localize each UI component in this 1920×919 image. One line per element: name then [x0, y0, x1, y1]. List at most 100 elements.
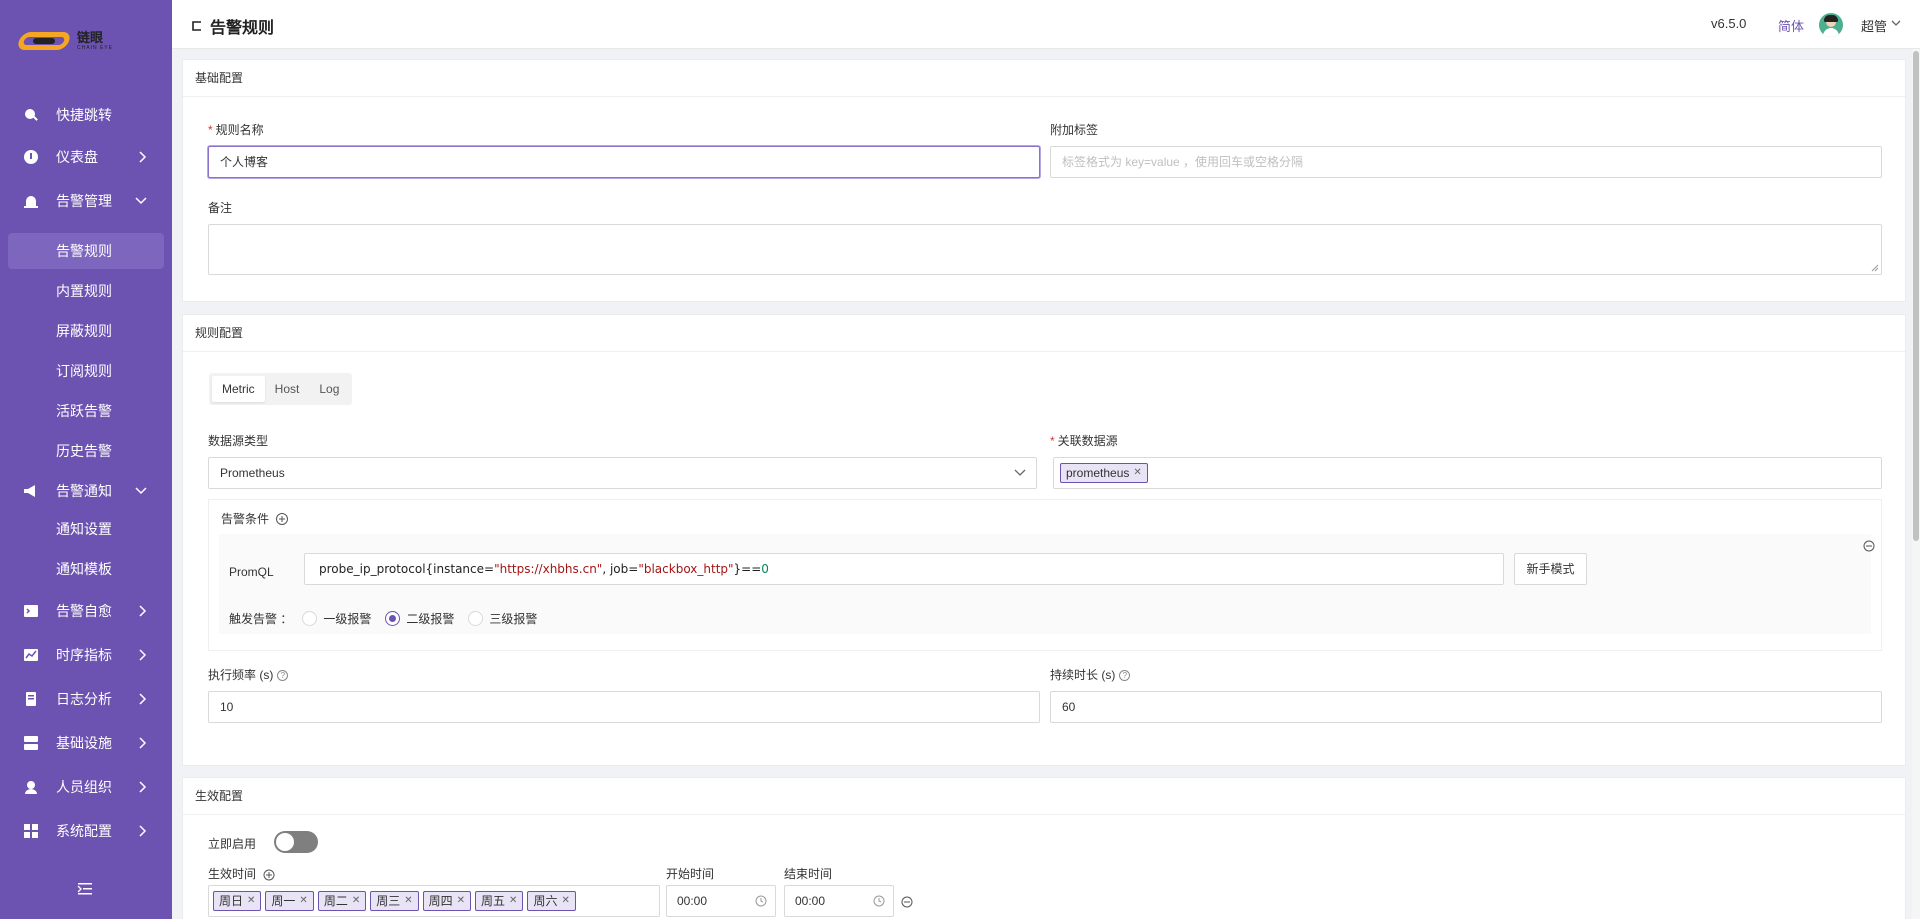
novice-mode-button[interactable]: 新手模式	[1514, 553, 1587, 585]
sidebar-item-infrastructure[interactable]: 基础设施	[0, 723, 172, 763]
sidebar-item-alarm-rules[interactable]: 告警规则	[8, 233, 164, 269]
sidebar-item-label: 人员组织	[56, 779, 112, 795]
close-icon[interactable]: ✕	[561, 892, 569, 910]
scrollbar[interactable]	[1912, 49, 1920, 919]
close-icon[interactable]: ✕	[352, 892, 360, 910]
settings-icon	[23, 823, 39, 839]
chevron-down-icon[interactable]	[1891, 18, 1901, 28]
section-title: 生效配置	[183, 778, 1905, 815]
chevron-right-icon	[139, 605, 147, 617]
sidebar-item-subscribe-rules[interactable]: 订阅规则	[0, 353, 172, 389]
sidebar-item-dashboard[interactable]: 仪表盘	[0, 137, 172, 177]
tab-host[interactable]: Host	[265, 376, 310, 402]
effective-config-card: 生效配置 立即启用 生效时间 周日 ✕ 周一 ✕ 周二 ✕ 周三 ✕ 周四 ✕ 周五 ✕ 周…	[182, 777, 1906, 919]
trigger-level-group: 触发告警 ： 一级报警 二级报警 三级报警	[229, 610, 551, 627]
sidebar-item-builtin-rules[interactable]: 内置规则	[0, 273, 172, 309]
sidebar-item-label: 告警管理	[56, 193, 112, 209]
weekday-select[interactable]: 周日 ✕ 周一 ✕ 周二 ✕ 周三 ✕ 周四 ✕ 周五 ✕ 周六 ✕	[208, 885, 660, 917]
logo-icon	[15, 30, 73, 52]
day-tag: 周五 ✕	[475, 891, 524, 911]
sidebar-item-label: 仪表盘	[56, 149, 98, 165]
level-1-radio[interactable]: 一级报警	[302, 610, 371, 627]
level-2-radio[interactable]: 二级报警	[385, 610, 454, 627]
clock-icon	[873, 895, 885, 907]
note-textarea[interactable]	[208, 224, 1882, 275]
close-icon[interactable]: ✕	[247, 892, 255, 910]
sidebar-item-notify-templates[interactable]: 通知模板	[0, 551, 172, 587]
terminal-icon	[23, 603, 39, 619]
end-time-label: 结束时间	[784, 867, 833, 881]
close-icon[interactable]: ✕	[1133, 464, 1141, 482]
sidebar-item-label: 告警自愈	[56, 603, 112, 619]
tab-log[interactable]: Log	[309, 376, 349, 402]
add-circle-icon[interactable]	[263, 869, 275, 881]
promql-input[interactable]: probe_ip_protocol{instance="https://xhbh…	[304, 553, 1504, 585]
datasource-tag-label: prometheus	[1066, 466, 1130, 480]
section-title: 基础配置	[183, 60, 1905, 97]
remove-circle-icon[interactable]	[901, 896, 913, 908]
sidebar-item-alarm-notify[interactable]: 告警通知	[0, 471, 172, 511]
close-icon[interactable]: ✕	[299, 892, 307, 910]
close-icon[interactable]: ✕	[509, 892, 517, 910]
sidebar-item-history-alarms[interactable]: 历史告警	[0, 433, 172, 469]
day-tag: 周三 ✕	[370, 891, 419, 911]
interval-input[interactable]: 10	[208, 691, 1040, 723]
level-3-radio[interactable]: 三级报警	[468, 610, 537, 627]
search-icon	[23, 107, 39, 123]
datasource-label: * 关联数据源	[1050, 434, 1118, 448]
datasource-type-select[interactable]: Prometheus	[208, 457, 1037, 489]
end-time-input[interactable]: 00:00	[784, 885, 894, 917]
sidebar-item-notify-settings[interactable]: 通知设置	[0, 511, 172, 547]
day-tag: 周日 ✕	[213, 891, 262, 911]
sidebar-item-quick-jump[interactable]: 快捷跳转	[0, 95, 172, 135]
sidebar-item-people[interactable]: 人员组织	[0, 767, 172, 807]
sidebar-item-alarm-management[interactable]: 告警管理	[0, 181, 172, 221]
chart-icon	[23, 647, 39, 663]
sidebar-item-self-healing[interactable]: 告警自愈	[0, 591, 172, 631]
condition-item: PromQL probe_ip_protocol{instance="https…	[219, 534, 1871, 634]
language-switch[interactable]: 简体	[1778, 16, 1804, 35]
user-name[interactable]: 超管	[1861, 16, 1887, 35]
rule-name-input[interactable]: 个人博客	[208, 146, 1040, 178]
sidebar-item-active-alarms[interactable]: 活跃告警	[0, 393, 172, 429]
sidebar: 链眼 CHAIN EYE 快捷跳转 仪表盘 告警管理 告警规则 内置规则 屏蔽规…	[0, 0, 172, 919]
add-circle-icon[interactable]	[275, 512, 289, 526]
remove-circle-icon[interactable]	[1863, 540, 1875, 552]
close-icon[interactable]: ✕	[404, 892, 412, 910]
megaphone-icon	[23, 483, 39, 499]
enable-toggle[interactable]	[274, 831, 318, 853]
help-icon[interactable]: ?	[1119, 670, 1131, 682]
start-time-input[interactable]: 00:00	[666, 885, 776, 917]
logo[interactable]: 链眼 CHAIN EYE	[15, 30, 113, 52]
datasource-select[interactable]: prometheus ✕	[1053, 457, 1882, 489]
section-title: 规则配置	[183, 315, 1905, 352]
dashboard-icon	[23, 149, 39, 165]
rule-type-tabs: Metric Host Log	[209, 373, 353, 405]
day-tag: 周六 ✕	[527, 891, 576, 911]
chevron-right-icon	[139, 825, 147, 837]
user-icon	[23, 779, 39, 795]
page-title-text: 告警规则	[210, 20, 275, 37]
sidebar-item-system-settings[interactable]: 系统配置	[0, 811, 172, 851]
rule-name-label: * 规则名称	[208, 123, 264, 137]
tags-input[interactable]: 标签格式为 key=value ，使用回车或空格分隔	[1050, 146, 1882, 178]
tab-metric[interactable]: Metric	[212, 376, 265, 402]
help-icon[interactable]: ?	[277, 670, 289, 682]
alarm-condition-header: 告警条件	[221, 510, 289, 527]
datasource-tag: prometheus ✕	[1060, 463, 1148, 483]
rule-config-card: 规则配置 Metric Host Log 数据源类型 Prometheus * 关…	[182, 314, 1906, 766]
collapse-menu-icon[interactable]	[77, 882, 93, 899]
logo-subtext: CHAIN EYE	[77, 45, 113, 51]
sidebar-item-metrics[interactable]: 时序指标	[0, 635, 172, 675]
interval-label: 执行频率 (s)?	[208, 666, 289, 683]
sidebar-item-log-analysis[interactable]: 日志分析	[0, 679, 172, 719]
alarm-condition-box: 告警条件 PromQL probe_ip_protocol{instance="…	[208, 499, 1882, 651]
avatar[interactable]	[1819, 13, 1843, 37]
back-icon[interactable]	[190, 19, 204, 33]
duration-input[interactable]: 60	[1050, 691, 1882, 723]
sidebar-item-mute-rules[interactable]: 屏蔽规则	[0, 313, 172, 349]
chevron-right-icon	[139, 737, 147, 749]
resize-grip-icon[interactable]	[1871, 264, 1879, 272]
close-icon[interactable]: ✕	[457, 892, 465, 910]
trigger-label: 触发告警 ：	[229, 612, 293, 626]
